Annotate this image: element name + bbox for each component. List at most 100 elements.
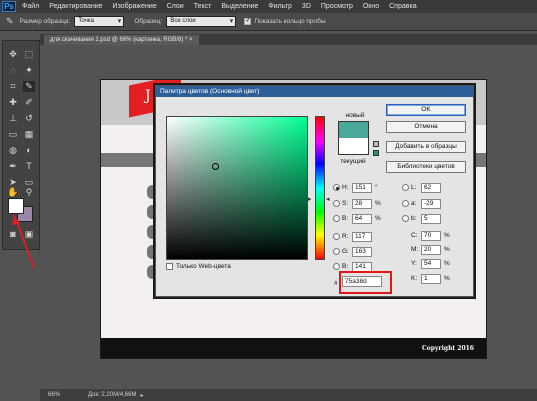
add-to-swatches-button[interactable]: Добавить в образцы <box>386 141 466 153</box>
radio-l[interactable] <box>402 184 409 191</box>
sample-size-select[interactable]: Точка <box>74 16 125 27</box>
menu-file[interactable]: Файл <box>22 3 39 10</box>
field-label-c: C: <box>411 232 418 239</box>
zoom-level[interactable]: 66% <box>48 392 88 398</box>
k-input[interactable]: 1 <box>421 273 441 284</box>
healing-brush-icon[interactable]: ✚ <box>7 97 19 108</box>
radio-h[interactable] <box>333 184 340 191</box>
color-selector-circle[interactable] <box>212 163 219 170</box>
y-input[interactable]: 54 <box>421 258 441 269</box>
dodge-tool-icon[interactable]: ◐ <box>23 145 35 156</box>
menu-edit[interactable]: Редактирование <box>49 3 102 10</box>
radio-b[interactable] <box>333 215 340 222</box>
h-unit: ° <box>375 184 378 191</box>
web-colors-only-checkbox[interactable] <box>166 263 173 270</box>
close-icon[interactable]: × <box>189 37 193 43</box>
move-tool-icon[interactable]: ✥ <box>7 49 19 60</box>
lasso-tool-icon[interactable]: ◌ <box>7 65 19 76</box>
menu-layers[interactable]: Слои <box>167 3 184 10</box>
field-row-g: G: 163 <box>333 246 372 257</box>
m-unit: % <box>444 246 450 253</box>
zoom-tool-icon[interactable]: ⚲ <box>23 187 35 198</box>
sample-layers-select[interactable]: Все слои <box>166 16 237 27</box>
menu-bar: Ps Файл Редактирование Изображение Слои … <box>0 0 537 13</box>
field-label-blue: B: <box>342 263 349 270</box>
cancel-button[interactable]: Отмена <box>386 121 466 133</box>
s-input[interactable]: 28 <box>352 198 372 209</box>
r-input[interactable]: 117 <box>352 231 372 242</box>
options-bar: ✎ Размер образца: Точка Образец: Все сло… <box>0 13 537 31</box>
brush-tool-icon[interactable]: ✐ <box>23 97 35 108</box>
foreground-color-swatch[interactable] <box>8 198 24 214</box>
menu-select[interactable]: Выделение <box>221 3 258 10</box>
hue-slider-right-arrow-icon[interactable]: ◂ <box>326 195 330 203</box>
eyedropper-icon[interactable]: ✎ <box>23 81 35 92</box>
menu-view[interactable]: Просмотр <box>321 3 353 10</box>
crop-tool-icon[interactable]: ⌗ <box>7 81 19 92</box>
tools-panel: ✥ ⬚ ◌ ✦ ⌗ ✎ ✚ ✐ ⊥ ↺ ▭ ▦ ◍ ◐ ✒ T ➤ ▭ ✋ ⚲ … <box>2 40 40 250</box>
pen-tool-icon[interactable]: ✒ <box>7 161 19 172</box>
eraser-tool-icon[interactable]: ▭ <box>7 129 19 140</box>
radio-r[interactable] <box>333 233 340 240</box>
menu-help[interactable]: Справка <box>389 3 416 10</box>
status-bar: 66% Док: 2,20M/4,66M ▸ <box>40 389 537 401</box>
web-colors-only-option[interactable]: Только Web-цвета <box>166 263 231 270</box>
menu-3d[interactable]: 3D <box>302 3 311 10</box>
web-colors-only-label: Только Web-цвета <box>176 263 231 270</box>
show-ring-label: Показать кольцо пробы <box>254 18 326 25</box>
menu-filter[interactable]: Фильтр <box>268 3 292 10</box>
hue-slider-left-arrow-icon[interactable]: ▸ <box>308 195 312 203</box>
h-input[interactable]: 151 <box>352 182 372 193</box>
document-size: Док: 2,20M/4,66M <box>88 392 137 398</box>
field-label-k: K: <box>411 275 418 282</box>
sample-label: Образец: <box>134 18 163 25</box>
field-label-g: G: <box>342 248 349 255</box>
radio-g[interactable] <box>333 248 340 255</box>
blur-tool-icon[interactable]: ◍ <box>7 145 19 156</box>
m-input[interactable]: 20 <box>421 244 441 255</box>
g-input[interactable]: 163 <box>352 246 372 257</box>
color-libraries-button[interactable]: Библиотеки цветов <box>386 161 466 173</box>
clone-stamp-icon[interactable]: ⊥ <box>7 113 19 124</box>
l-input[interactable]: 62 <box>421 182 441 193</box>
radio-lab-b[interactable] <box>402 215 409 222</box>
photoshop-logo: Ps <box>2 1 16 12</box>
current-color-swatch[interactable] <box>338 138 369 155</box>
radio-s[interactable] <box>333 200 340 207</box>
history-brush-icon[interactable]: ↺ <box>23 113 35 124</box>
document-tab[interactable]: для скачивания 1.psd @ 66% (картинка, RG… <box>44 35 199 45</box>
quick-select-icon[interactable]: ✦ <box>23 65 35 76</box>
blue-input[interactable]: 141 <box>352 261 372 272</box>
ok-button[interactable]: OK <box>386 104 466 116</box>
eyedropper-tool-icon[interactable]: ✎ <box>6 16 14 27</box>
field-row-y: Y: 54 % <box>411 258 452 269</box>
saturation-brightness-field[interactable] <box>166 116 308 260</box>
document-tab-bar: для скачивания 1.psd @ 66% (картинка, RG… <box>40 34 537 45</box>
menu-type[interactable]: Текст <box>194 3 212 10</box>
field-label-y: Y: <box>411 260 417 267</box>
show-ring-checkbox[interactable] <box>244 16 252 25</box>
hue-slider[interactable] <box>315 116 325 260</box>
menu-window[interactable]: Окно <box>363 3 379 10</box>
quick-mask-icon[interactable]: ◙ <box>7 229 19 240</box>
b-input[interactable]: 64 <box>352 213 372 224</box>
sample-size-label: Размер образца: <box>19 18 71 25</box>
c-input[interactable]: 70 <box>421 230 441 241</box>
field-row-r: R: 117 <box>333 231 372 242</box>
radio-a[interactable] <box>402 200 409 207</box>
screen-mode-icon[interactable]: ▣ <box>23 229 35 240</box>
marquee-tool-icon[interactable]: ⬚ <box>23 49 35 60</box>
radio-blue[interactable] <box>333 263 340 270</box>
document-footer: Copyright 2016 <box>101 338 486 358</box>
hand-tool-icon[interactable]: ✋ <box>7 187 19 198</box>
type-tool-icon[interactable]: T <box>23 161 35 172</box>
menu-image[interactable]: Изображение <box>113 3 157 10</box>
field-label-s: S: <box>342 200 349 207</box>
field-label-b: B: <box>342 215 349 222</box>
gradient-tool-icon[interactable]: ▦ <box>23 129 35 140</box>
a-input[interactable]: -29 <box>421 198 441 209</box>
lab-b-input[interactable]: 5 <box>421 213 441 224</box>
chevron-right-icon[interactable]: ▸ <box>140 392 143 399</box>
web-safe-cube-icon[interactable] <box>373 150 379 156</box>
gamut-warning-icon[interactable] <box>373 141 379 147</box>
